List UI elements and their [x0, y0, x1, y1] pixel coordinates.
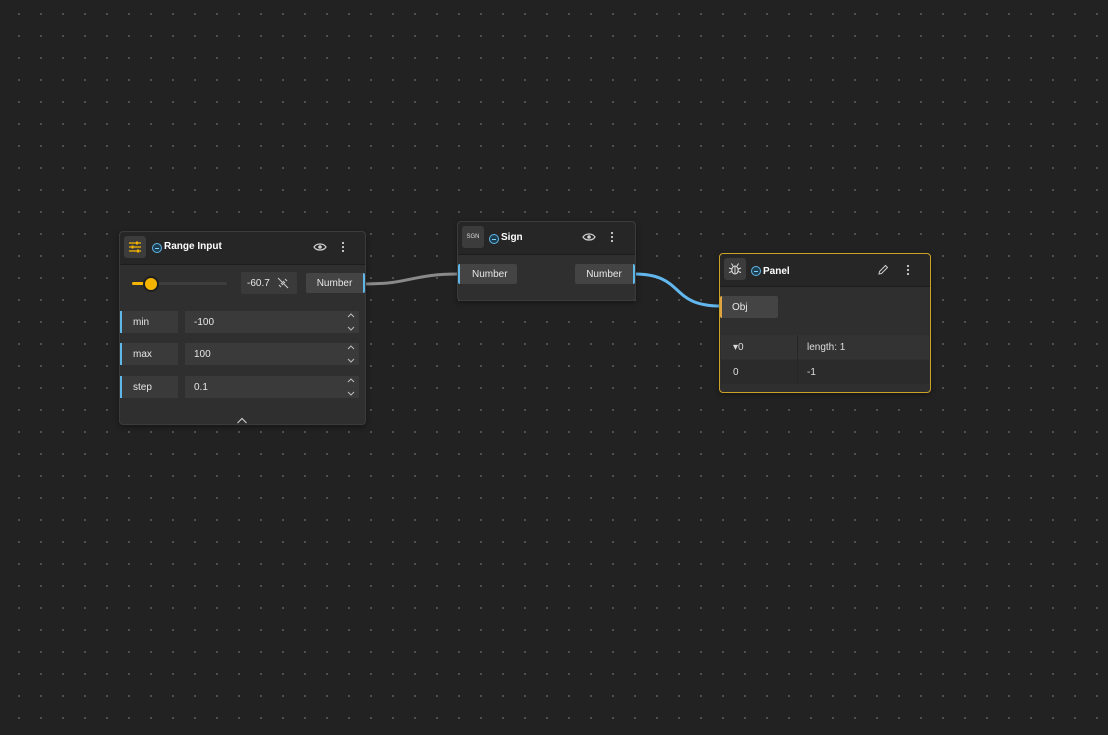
row-key: ▾0 [733, 342, 744, 353]
param-label-max: max [120, 343, 178, 365]
panel-node[interactable]: Panel Obj ▾0 length: 1 0 -1 [719, 253, 931, 393]
chevron-down-icon[interactable] [347, 326, 355, 331]
slider-thumb[interactable] [142, 276, 159, 292]
sign-icon-text: SGN [466, 234, 480, 240]
min-value: -100 [194, 316, 215, 328]
wire-sign-to-panel[interactable] [633, 272, 722, 308]
value-display[interactable]: -60.7 [241, 272, 297, 294]
row-key: 0 [733, 367, 739, 378]
column-divider [797, 335, 798, 384]
param-row-step: step 0.1 [120, 376, 365, 398]
input-port-number[interactable]: Number [458, 264, 517, 284]
status-indicator-icon [489, 234, 499, 244]
max-value: 100 [194, 348, 211, 360]
panel-header[interactable]: Panel [720, 254, 930, 287]
table-row[interactable]: ▾0 length: 1 [721, 335, 929, 359]
row-value: length: 1 [807, 342, 846, 353]
collapse-chevron-up-icon[interactable] [236, 411, 250, 424]
step-value: 0.1 [194, 381, 208, 393]
eye-icon[interactable] [580, 228, 598, 246]
node-title: Range Input [164, 241, 222, 252]
sign-type-icon: SGN [462, 226, 484, 248]
min-stepper[interactable] [346, 313, 356, 331]
output-port-label: Number [316, 277, 353, 289]
step-input[interactable]: 0.1 [185, 376, 359, 398]
chevron-up-icon[interactable] [347, 313, 355, 318]
value-text: -60.7 [247, 277, 270, 289]
more-vertical-icon[interactable] [334, 238, 352, 256]
status-indicator-icon [751, 266, 761, 276]
chevron-down-icon[interactable] [347, 391, 355, 396]
max-input[interactable]: 100 [185, 343, 359, 365]
more-vertical-icon[interactable] [899, 261, 917, 279]
min-input[interactable]: -100 [185, 311, 359, 333]
node-title: Sign [501, 232, 523, 243]
sliders-icon [124, 236, 146, 258]
range-input-node[interactable]: Range Input -60.7 Number min -100 max 10… [119, 231, 366, 425]
row-value: -1 [807, 367, 816, 378]
sign-node[interactable]: SGN Sign Number Number [457, 221, 636, 301]
unlink-icon[interactable] [277, 277, 289, 292]
output-port-label: Number [586, 268, 622, 280]
step-stepper[interactable] [346, 378, 356, 396]
param-label-step: step [120, 376, 178, 398]
chevron-down-icon[interactable] [347, 358, 355, 363]
param-label-min: min [120, 311, 178, 333]
range-input-header[interactable]: Range Input [120, 232, 365, 265]
output-port-number[interactable]: Number [306, 273, 365, 293]
chevron-up-icon[interactable] [347, 345, 355, 350]
sign-header[interactable]: SGN Sign [458, 222, 635, 255]
max-stepper[interactable] [346, 345, 356, 363]
bug-icon [724, 258, 746, 280]
output-port-number[interactable]: Number [575, 264, 635, 284]
table-row[interactable]: 0 -1 [721, 360, 929, 384]
param-row-max: max 100 [120, 343, 365, 365]
eye-icon[interactable] [311, 238, 329, 256]
pencil-icon[interactable] [874, 261, 892, 279]
value-slider[interactable] [132, 276, 227, 292]
input-port-obj[interactable]: Obj [720, 296, 778, 318]
status-indicator-icon [152, 243, 162, 253]
param-row-min: min -100 [120, 311, 365, 333]
node-title: Panel [763, 266, 790, 277]
input-port-label: Obj [732, 301, 748, 313]
more-vertical-icon[interactable] [603, 228, 621, 246]
chevron-up-icon[interactable] [347, 378, 355, 383]
input-port-label: Number [472, 268, 508, 280]
wire-range-to-sign[interactable] [364, 272, 459, 286]
